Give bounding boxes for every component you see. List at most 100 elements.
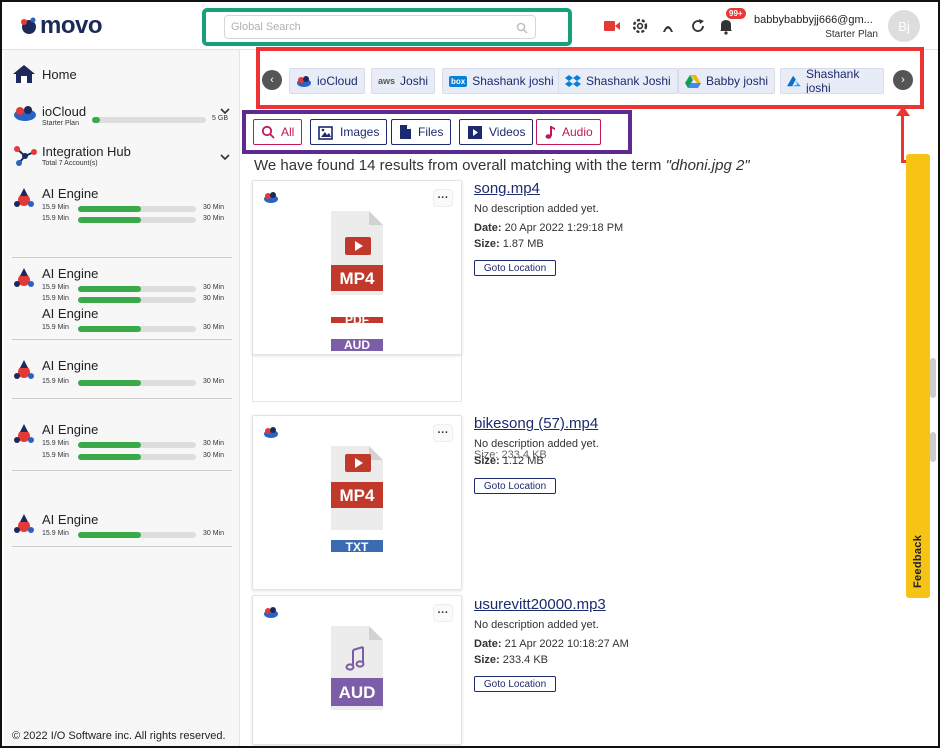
sidebar-item-ai-engine[interactable]: AI Engine 15.9 Min 30 Min 15.9 Min 30 Min — [12, 266, 232, 306]
result-size: Size: 1.12 MB — [474, 455, 544, 467]
date-label: Date: — [474, 222, 502, 234]
chevron-down-icon[interactable] — [220, 152, 230, 163]
sidebar-item-integration-hub[interactable]: Integration Hub Total 7 Account(s) — [12, 144, 232, 172]
ai-usage-row: 15.9 Min 30 Min — [42, 215, 228, 225]
gear-icon[interactable] — [630, 16, 650, 36]
goto-location-button[interactable]: Goto Location — [474, 676, 556, 692]
sidebar-item-ai-engine[interactable]: AI Engine 15.9 Min 30 Min — [12, 306, 232, 340]
theme-toggle-icon[interactable] — [658, 16, 678, 36]
sidebar-item-iocloud[interactable]: ioCloud Starter Plan 5 GB — [12, 104, 232, 132]
provider-tab-dropbox[interactable]: Shashank Joshi — [558, 68, 678, 94]
filter-tab-files[interactable]: Files — [391, 119, 452, 145]
refresh-icon[interactable] — [688, 16, 708, 36]
sidebar-item-label: AI Engine — [42, 306, 99, 321]
sidebar-item-ai-engine[interactable]: AI Engine 15.9 Min 30 Min 15.9 Min 30 Min — [12, 422, 232, 468]
more-options-icon[interactable]: ··· — [433, 424, 453, 442]
provider-label: ioCloud — [317, 74, 358, 88]
scrollbar-thumb[interactable] — [930, 432, 936, 462]
result-card-thumbnail[interactable]: ··· MP4 TXT — [252, 415, 462, 590]
storage-progress-bar — [92, 117, 206, 123]
ai-usage-bar — [78, 206, 196, 212]
ai-usage-bar — [78, 532, 196, 538]
sidebar: Home ioCloud Starter Plan 5 GB Integrati… — [4, 50, 240, 746]
filter-label: Images — [340, 125, 380, 139]
provider-tab-azure[interactable]: Shashank joshi — [780, 68, 884, 94]
ai-usage-max: 30 Min — [202, 295, 224, 302]
ai-usage-max: 30 Min — [202, 378, 224, 385]
video-icon — [468, 125, 482, 139]
filter-tab-all[interactable]: All — [253, 119, 303, 145]
result-card-thumbnail[interactable]: ··· AUD — [252, 595, 462, 745]
mp4-file-icon: MP4 PDF AUD — [331, 211, 383, 351]
ai-usage-bar — [78, 286, 196, 292]
result-title-link[interactable]: usurevitt20000.mp3 — [474, 596, 606, 613]
feedback-tab[interactable]: Feedback — [906, 154, 930, 598]
movo-logo[interactable]: movo — [18, 12, 103, 40]
ai-engine-icon — [14, 188, 34, 207]
result-size: Size: 233.4 KB — [474, 654, 548, 666]
provider-tab-aws[interactable]: aws Joshi — [371, 68, 436, 94]
notifications-bell-icon[interactable] — [716, 16, 736, 36]
avatar[interactable]: Bj — [888, 10, 920, 42]
plan-label: Starter Plan — [42, 120, 79, 127]
video-record-icon[interactable] — [602, 16, 622, 36]
ai-usage-fill — [78, 217, 141, 223]
global-search-input[interactable] — [224, 15, 536, 39]
provider-label: Babby joshi — [706, 74, 769, 88]
provider-tab-box[interactable]: box Shashank joshi — [442, 68, 561, 94]
ai-usage-label: 15.9 Min — [42, 324, 69, 331]
mp4-file-icon: MP4 TXT — [331, 446, 383, 554]
filter-label: All — [281, 125, 295, 139]
azure-icon — [787, 75, 801, 87]
provider-tab-iocloud[interactable]: ioCloud — [289, 68, 365, 94]
ai-usage-fill — [78, 206, 141, 212]
results-summary-text: We have found 14 results from overall ma… — [254, 157, 666, 174]
search-icon — [261, 125, 275, 139]
scrollbar-thumb[interactable] — [930, 358, 936, 398]
more-options-icon[interactable]: ··· — [433, 604, 453, 622]
date-value: 20 Apr 2022 1:29:18 PM — [504, 222, 624, 234]
filter-tab-images[interactable]: Images — [310, 119, 388, 145]
chevron-left-icon[interactable]: ‹ — [262, 70, 282, 90]
ghost-file-type-badge: AUD — [344, 338, 370, 351]
sidebar-item-home[interactable]: Home — [12, 64, 77, 84]
result-title-link[interactable]: bikesong (57).mp4 — [474, 415, 598, 432]
ai-usage-label: 15.9 Min — [42, 378, 69, 385]
user-plan: Starter Plan — [825, 29, 878, 40]
ai-usage-label: 15.9 Min — [42, 530, 69, 537]
provider-label: Shashank joshi — [805, 68, 860, 94]
file-type-badge: MP4 — [340, 269, 376, 288]
sidebar-item-ai-engine[interactable]: AI Engine 15.9 Min 30 Min — [12, 512, 232, 548]
result-size: Size: 1.87 MB — [474, 238, 544, 250]
sidebar-item-ai-engine[interactable]: AI Engine 15.9 Min 30 Min 15.9 Min 30 Min — [12, 186, 232, 236]
ai-usage-fill — [78, 454, 141, 460]
filter-tab-audio[interactable]: Audio — [536, 119, 601, 145]
filter-tab-videos[interactable]: Videos — [459, 119, 534, 145]
file-type-badge: MP4 — [340, 486, 376, 505]
home-icon — [13, 65, 35, 83]
user-email[interactable]: babbybabbyjj666@gm... — [754, 14, 873, 26]
size-value: 1.12 MB — [502, 455, 544, 467]
ai-usage-row: 15.9 Min 30 Min — [42, 284, 228, 294]
result-title-link[interactable]: song.mp4 — [474, 180, 540, 197]
result-date: Date: 20 Apr 2022 1:29:18 PM — [474, 222, 623, 234]
notifications-badge: 99+ — [726, 8, 746, 19]
search-icon[interactable] — [516, 21, 528, 39]
provider-label: Joshi — [400, 74, 429, 88]
goto-location-button[interactable]: Goto Location — [474, 260, 556, 276]
google-drive-icon — [685, 75, 701, 88]
chevron-right-icon[interactable]: › — [893, 70, 913, 90]
iocloud-icon — [264, 427, 278, 438]
top-header: movo 99+ babbybabbyjj666@gm... Starter P… — [2, 2, 938, 50]
result-date: Date: 21 Apr 2022 10:18:27 AM — [474, 638, 629, 650]
stacked-card-edge — [252, 354, 462, 402]
ai-usage-row: 15.9 Min 30 Min — [42, 440, 228, 450]
sidebar-item-ai-engine[interactable]: AI Engine 15.9 Min 30 Min — [12, 358, 232, 398]
provider-tab-google-drive[interactable]: Babby joshi — [678, 68, 776, 94]
more-options-icon[interactable]: ··· — [433, 189, 453, 207]
goto-location-button[interactable]: Goto Location — [474, 478, 556, 494]
ghost-file-type-badge: PDF — [345, 313, 369, 327]
result-card-thumbnail[interactable]: ··· MP4 PDF AUD — [252, 180, 462, 355]
size-value: 1.87 MB — [502, 238, 544, 250]
sidebar-divider — [12, 339, 232, 340]
